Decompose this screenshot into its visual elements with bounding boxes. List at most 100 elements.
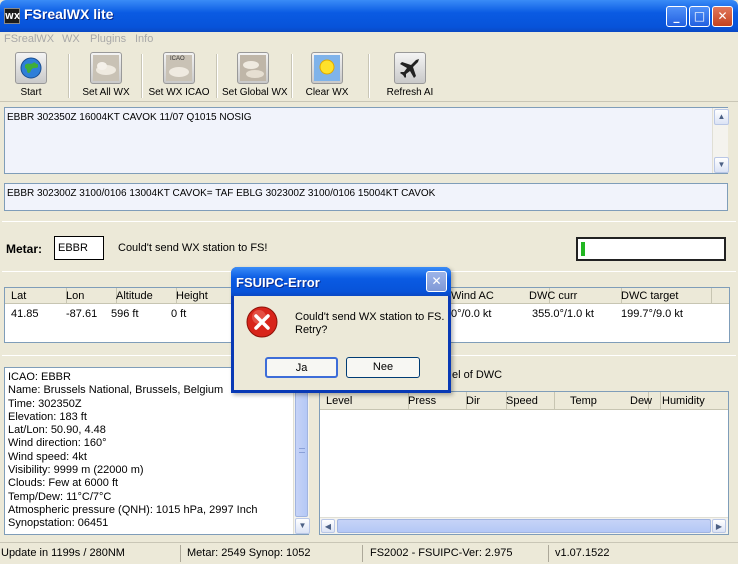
set-all-wx-button[interactable]: Set All WX <box>80 52 132 100</box>
cell-lon: -87.61 <box>66 308 98 320</box>
levels-hscrollbar[interactable]: ◀ ▶ <box>320 517 728 534</box>
scroll-down-icon[interactable]: ▼ <box>295 518 310 534</box>
scroll-left-icon[interactable]: ◀ <box>321 519 335 533</box>
metar-scrollbar[interactable]: ▲ ▼ <box>712 108 729 173</box>
dialog-title: FSUIPC-Error <box>236 275 320 290</box>
station-info-line: Temp/Dew: 11°C/7°C <box>8 490 112 503</box>
scroll-thumb[interactable] <box>337 519 711 533</box>
divider <box>2 221 736 222</box>
global-cloud-icon <box>237 52 269 84</box>
station-info-line: Atmospheric pressure (QNH): 1015 hPa, 29… <box>8 503 258 516</box>
cell-wind-ac: 0°/0.0 kt <box>451 308 492 320</box>
dialog-title-bar[interactable]: FSUIPC-Error ✕ <box>231 267 451 296</box>
dialog-close-button[interactable]: ✕ <box>426 271 447 292</box>
station-info-line: Elevation: 183 ft <box>8 410 87 423</box>
metar-text: EBBR 302350Z 16004KT CAVOK 11/07 Q1015 N… <box>7 112 252 123</box>
app-logo-icon: WX <box>4 8 20 24</box>
taf-text: EBBR 302300Z 3100/0106 13004KT CAVOK= TA… <box>7 188 436 199</box>
col-altitude[interactable]: Altitude <box>110 288 177 304</box>
station-info-line: Wind direction: 160° <box>8 437 107 450</box>
toolbar-separator <box>368 54 370 98</box>
col-lat[interactable]: Lat <box>5 288 67 304</box>
toolbar-separator <box>291 54 293 98</box>
metar-icao-input[interactable]: EBBR <box>54 236 104 260</box>
dialog-message-line1: Could't send WX station to FS. <box>295 311 445 323</box>
dialog-message-line2: Retry? <box>295 324 328 336</box>
icao-badge: ICAO <box>170 56 185 62</box>
taf-text-box[interactable]: EBBR 302300Z 3100/0106 13004KT CAVOK= TA… <box>4 183 728 211</box>
toolbar: Start Set All WX ICAO Set WX ICAO Set Gl… <box>0 50 738 102</box>
minimize-button[interactable]: _ <box>666 6 687 27</box>
col-dwc-target[interactable]: DWC target <box>615 288 712 304</box>
set-wx-icao-label: Set WX ICAO <box>148 87 210 98</box>
col-dwc-curr[interactable]: DWC curr <box>523 288 622 304</box>
station-info-line: Lat/Lon: 50.90, 4.48 <box>8 424 106 437</box>
scroll-thumb[interactable] <box>295 385 308 517</box>
set-all-wx-label: Set All WX <box>82 87 130 98</box>
start-button[interactable]: Start <box>8 52 54 100</box>
cloud-icon <box>90 52 122 84</box>
col-press[interactable]: Press <box>402 392 467 410</box>
menu-plugins[interactable]: Plugins <box>90 33 126 45</box>
metar-icao-value: EBBR <box>58 242 88 254</box>
globe-icon <box>15 52 47 84</box>
cell-dwc-curr: 355.0°/1.0 kt <box>532 308 594 320</box>
set-wx-icao-button[interactable]: ICAO Set WX ICAO <box>148 52 210 100</box>
window-title: FSrealWX lite <box>24 6 114 22</box>
col-lon[interactable]: Lon <box>60 288 117 304</box>
metar-text-area[interactable]: EBBR 302350Z 16004KT CAVOK 11/07 Q1015 N… <box>4 107 729 174</box>
status-separator <box>548 545 549 562</box>
menu-info[interactable]: Info <box>135 33 153 45</box>
status-update: Update in 1199s / 280NM <box>1 547 125 559</box>
sun-icon <box>311 52 343 84</box>
levels-table: Level Press Dir Speed Temp Dew Humidity … <box>319 391 729 535</box>
grip-icon <box>299 448 305 453</box>
station-info-lines: ICAO: EBBR Name: Brussels National, Bruss… <box>8 371 293 531</box>
toolbar-separator <box>216 54 218 98</box>
airplane-icon <box>394 52 426 84</box>
status-bar: Update in 1199s / 280NM Metar: 2549 Syno… <box>0 542 738 564</box>
progress-bar <box>576 237 726 261</box>
refresh-ai-button[interactable]: Refresh AI <box>383 52 437 100</box>
yes-button[interactable]: Ja <box>265 357 338 378</box>
col-level[interactable]: Level <box>320 392 409 410</box>
levels-table-header: Level Press Dir Speed Temp Dew Humidity <box>320 392 728 410</box>
status-counts: Metar: 2549 Synop: 1052 <box>187 547 311 559</box>
levels-caption: el of DWC <box>452 369 503 381</box>
error-dialog: FSUIPC-Error ✕ Could't send WX station t… <box>231 267 451 393</box>
clear-wx-button[interactable]: Clear WX <box>304 52 350 100</box>
toolbar-separator <box>68 54 70 98</box>
station-info-line: Visibility: 9999 m (22000 m) <box>8 464 144 477</box>
status-app-version: v1.07.1522 <box>555 547 610 559</box>
cell-altitude: 596 ft <box>111 308 139 320</box>
icao-cloud-icon: ICAO <box>163 52 195 84</box>
station-info-line: Time: 302350Z <box>8 397 82 410</box>
status-fs-version: FS2002 - FSUIPC-Ver: 2.975 <box>370 547 513 559</box>
metar-status-text: Could't send WX station to FS! <box>118 242 268 254</box>
title-bar[interactable]: WX FSrealWX lite _ □ ✕ <box>0 0 738 32</box>
cell-height: 0 ft <box>171 308 187 320</box>
scroll-up-icon[interactable]: ▲ <box>714 109 729 125</box>
status-separator <box>180 545 181 562</box>
cell-lat: 41.85 <box>11 308 39 320</box>
menu-fsrealwx[interactable]: FSrealWX <box>4 33 54 45</box>
cell-dwc-target: 199.7°/9.0 kt <box>621 308 683 320</box>
set-global-wx-button[interactable]: Set Global WX <box>222 52 288 100</box>
metar-label: Metar: <box>6 242 43 256</box>
scroll-down-icon[interactable]: ▼ <box>714 157 729 173</box>
progress-fill <box>581 242 585 256</box>
maximize-button[interactable]: □ <box>689 6 710 27</box>
close-button[interactable]: ✕ <box>712 6 733 27</box>
menu-wx[interactable]: WX <box>62 33 80 45</box>
no-button[interactable]: Nee <box>346 357 420 378</box>
col-humidity[interactable]: Humidity <box>656 392 734 410</box>
col-speed[interactable]: Speed <box>500 392 555 410</box>
station-info-line: Synopstation: 06451 <box>8 517 109 530</box>
scroll-right-icon[interactable]: ▶ <box>712 519 726 533</box>
station-info-line: Wind speed: 4kt <box>8 450 87 463</box>
clear-wx-label: Clear WX <box>305 87 349 98</box>
toolbar-separator <box>141 54 143 98</box>
start-label: Start <box>20 87 42 98</box>
refresh-ai-label: Refresh AI <box>386 87 434 98</box>
col-height[interactable]: Height <box>170 288 232 304</box>
